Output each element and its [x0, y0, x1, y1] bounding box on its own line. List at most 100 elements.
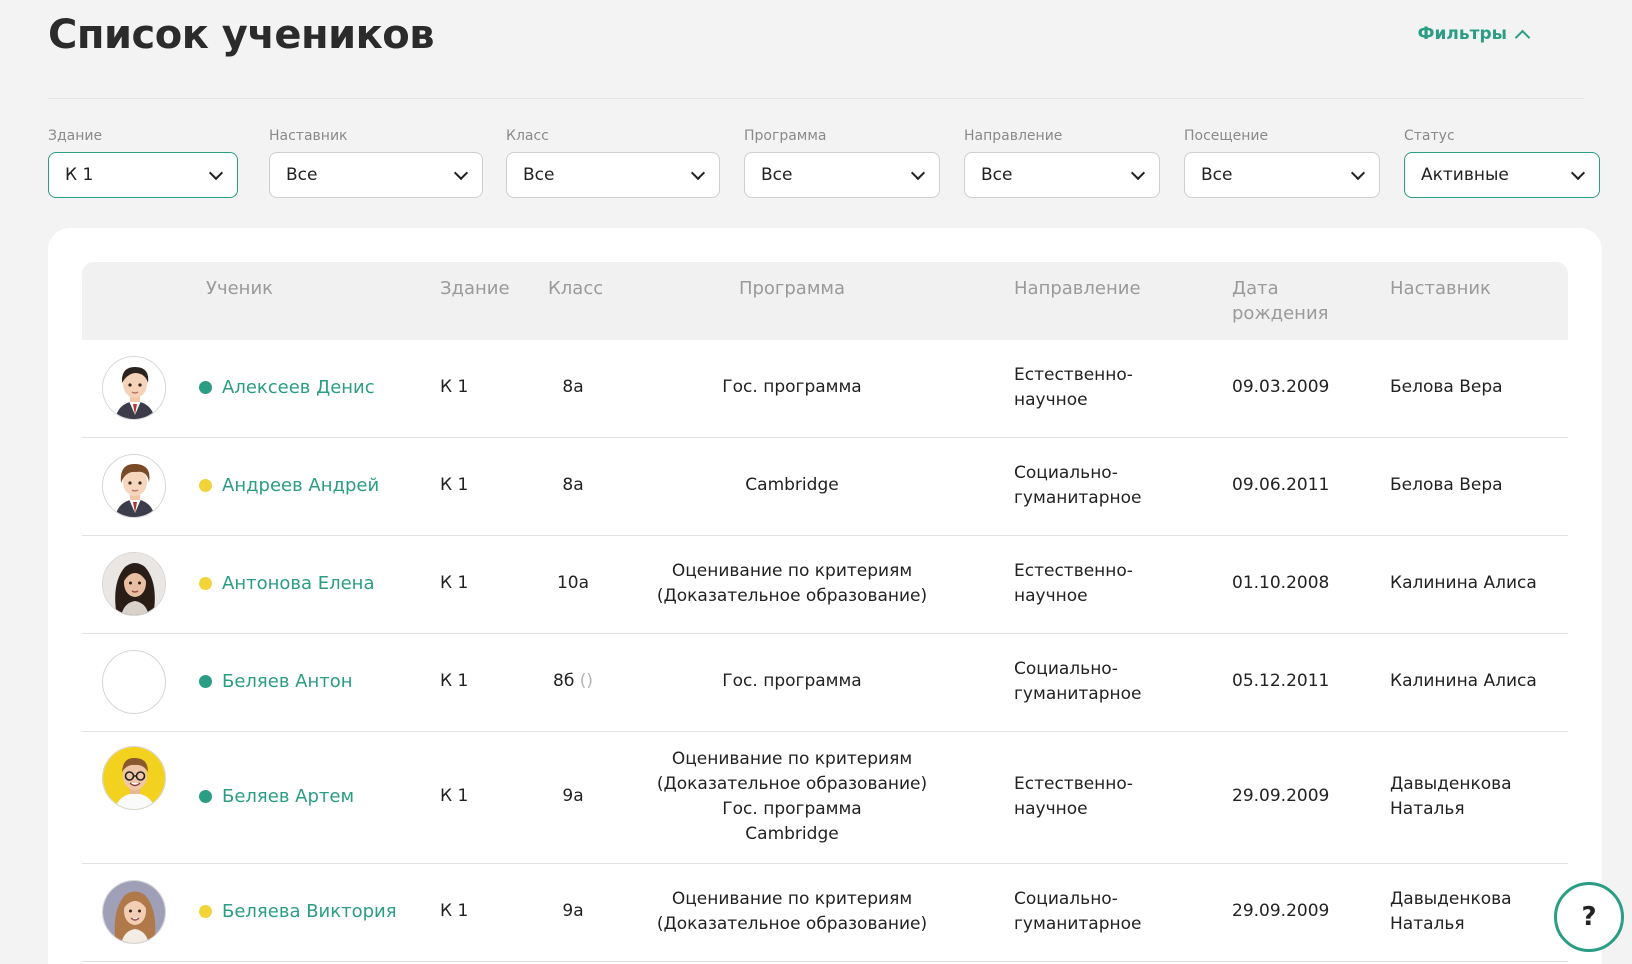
- mentor-line: Давыденкова: [1390, 774, 1512, 794]
- students-page: Список учеников Фильтры Здание К 1 Наста…: [0, 0, 1632, 964]
- class-cell: 10а: [538, 571, 608, 596]
- filter-label: Класс: [506, 128, 549, 144]
- student-name-link[interactable]: Антонова Елена: [222, 571, 374, 596]
- direction-line: научное: [1014, 799, 1088, 819]
- filter-status: Статус Активные: [1404, 126, 1600, 198]
- mentor-line: Наталья: [1390, 914, 1465, 934]
- status-dot: [199, 381, 212, 394]
- attendance-select[interactable]: Все: [1184, 152, 1380, 198]
- program-line: Гос. программа: [722, 377, 862, 397]
- chevron-up-icon: [1514, 29, 1531, 45]
- filter-value: Все: [981, 165, 1013, 185]
- program-line: Оценивание по критериям: [671, 749, 913, 769]
- building-cell: К 1: [440, 377, 469, 397]
- filter-class: Класс Все: [506, 126, 720, 198]
- filter-attendance: Посещение Все: [1184, 126, 1380, 198]
- empty-avatar: [102, 650, 166, 714]
- birth-date-cell: 05.12.2011: [1232, 671, 1330, 691]
- column-program[interactable]: Программа: [642, 276, 942, 301]
- filter-label: Направление: [964, 128, 1063, 144]
- class-value: 8а: [562, 475, 584, 495]
- filter-label: Программа: [744, 128, 827, 144]
- direction-cell: Социально- гуманитарное: [1014, 657, 1141, 707]
- class-value: 9а: [562, 901, 584, 921]
- class-cell: 8б (): [538, 669, 608, 694]
- birth-date-cell: 29.09.2009: [1232, 786, 1330, 806]
- filter-value: Все: [1201, 165, 1233, 185]
- mentor-cell: Белова Вера: [1390, 473, 1503, 498]
- column-class[interactable]: Класс: [548, 276, 603, 301]
- direction-line: Социально-: [1014, 659, 1118, 679]
- building-cell: К 1: [440, 475, 469, 495]
- filter-building: Здание К 1: [48, 126, 238, 198]
- table-row[interactable]: Алексеев Денис К 1 8а Гос. программа Ест…: [82, 340, 1568, 438]
- student-name-link[interactable]: Беляев Антон: [222, 669, 353, 694]
- program-select[interactable]: Все: [744, 152, 940, 198]
- direction-select[interactable]: Все: [964, 152, 1160, 198]
- student-name-link[interactable]: Беляев Артем: [222, 784, 354, 809]
- boy-brown-hair-avatar: [102, 454, 166, 518]
- class-cell: 9а: [538, 784, 608, 809]
- table-row[interactable]: Беляев Артем К 1 9а Оценивание по критер…: [82, 732, 1568, 864]
- filter-value: Все: [761, 165, 793, 185]
- status-dot: [199, 479, 212, 492]
- program-line: Cambridge: [745, 824, 839, 844]
- chevron-down-icon: [1570, 165, 1586, 180]
- column-birth-line2: рождения: [1232, 303, 1329, 324]
- filter-value: К 1: [65, 165, 94, 185]
- filter-direction: Направление Все: [964, 126, 1160, 198]
- column-building[interactable]: Здание: [440, 276, 510, 301]
- building-cell: К 1: [440, 786, 469, 806]
- column-mentor[interactable]: Наставник: [1390, 276, 1491, 301]
- direction-cell: Естественно- научное: [1014, 363, 1133, 413]
- program-line: Cambridge: [745, 475, 839, 495]
- column-direction[interactable]: Направление: [1014, 276, 1141, 301]
- student-name-link[interactable]: Андреев Андрей: [222, 473, 379, 498]
- status-dot: [199, 790, 212, 803]
- program-line: Гос. программа: [722, 799, 862, 819]
- program-line: (Доказательное образование): [656, 914, 928, 934]
- girl-dark-hair-avatar: [102, 552, 166, 616]
- program-line: (Доказательное образование): [656, 774, 928, 794]
- column-birth-date[interactable]: Дата рождения: [1232, 276, 1328, 326]
- direction-line: гуманитарное: [1014, 684, 1142, 704]
- mentor-cell: Белова Вера: [1390, 375, 1503, 400]
- boy-dark-hair-avatar: [102, 356, 166, 420]
- class-suffix: (): [579, 671, 593, 691]
- column-birth-line1: Дата: [1232, 278, 1279, 299]
- chevron-down-icon: [208, 165, 224, 180]
- direction-line: научное: [1014, 586, 1088, 606]
- table-row[interactable]: Антонова Елена К 1 10а Оценивание по кри…: [82, 536, 1568, 634]
- status-select[interactable]: Активные: [1404, 152, 1600, 198]
- table-row[interactable]: Беляев Антон К 1 8б () Гос. программа Со…: [82, 634, 1568, 732]
- program-line: Гос. программа: [722, 671, 862, 691]
- status-dot: [199, 577, 212, 590]
- student-name-link[interactable]: Беляева Виктория: [222, 899, 397, 924]
- birth-date-cell: 29.09.2009: [1232, 901, 1330, 921]
- birth-date-cell: 09.06.2011: [1232, 475, 1330, 495]
- class-cell: 8а: [538, 473, 608, 498]
- program-line: (Доказательное образование): [656, 586, 928, 606]
- program-line: Оценивание по критериям: [671, 889, 913, 909]
- student-name-link[interactable]: Алексеев Денис: [222, 375, 375, 400]
- filters-toggle-label: Фильтры: [1417, 24, 1507, 44]
- birth-date-cell: 01.10.2008: [1232, 573, 1330, 593]
- mentor-select[interactable]: Все: [269, 152, 483, 198]
- filters-toggle-button[interactable]: Фильтры: [1417, 24, 1531, 45]
- class-select[interactable]: Все: [506, 152, 720, 198]
- program-cell: Гос. программа: [642, 375, 942, 400]
- filter-label: Посещение: [1184, 128, 1269, 144]
- building-select[interactable]: К 1: [48, 152, 238, 198]
- mentor-line: Калинина Алиса: [1390, 573, 1537, 593]
- direction-line: Естественно-: [1014, 774, 1133, 794]
- class-value: 8б: [553, 671, 575, 691]
- filter-label: Здание: [48, 128, 103, 144]
- help-button[interactable]: ?: [1554, 882, 1624, 952]
- direction-line: Социально-: [1014, 889, 1118, 909]
- table-row[interactable]: Андреев Андрей К 1 8а Cambridge Социальн…: [82, 438, 1568, 536]
- table-row[interactable]: Беляева Виктория К 1 9а Оценивание по кр…: [82, 864, 1568, 962]
- mentor-cell: Калинина Алиса: [1390, 669, 1537, 694]
- column-student[interactable]: Ученик: [206, 276, 273, 301]
- direction-line: Социально-: [1014, 463, 1118, 483]
- direction-line: Естественно-: [1014, 561, 1133, 581]
